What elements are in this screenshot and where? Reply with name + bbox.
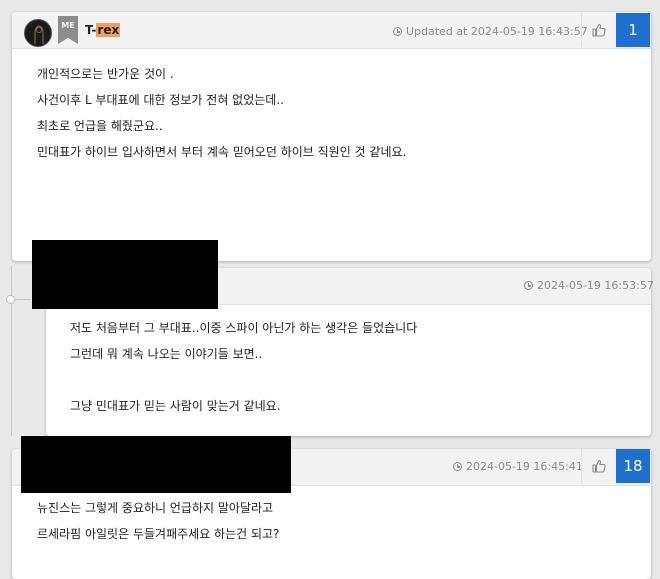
redaction-box (32, 240, 218, 309)
comment-line: 사건이후 L 부대표에 대한 정보가 전혀 없었는데.. (37, 93, 284, 107)
comment-body: 개인적으로는 반가운 것이 . 사건이후 L 부대표에 대한 정보가 전혀 없었… (37, 61, 406, 165)
comment-body: 뉴진스는 그렇게 중요하니 언급하지 말아달라고 르세라핌 아일릿은 두들겨패주… (37, 495, 279, 547)
comment-card-1: 개인적으로는 반가운 것이 . 사건이후 L 부대표에 대한 정보가 전혀 없었… (12, 12, 651, 261)
username-highlight: rex (96, 23, 121, 37)
reply-timestamp: 2024-05-19 16:53:57 (524, 279, 654, 292)
comment-line: 최초로 언급을 해줬군요.. (37, 119, 163, 133)
username[interactable]: T-rex (85, 23, 121, 37)
reply-line (70, 367, 417, 393)
reply-line: 그냥 민대표가 믿는 사람이 맞는거 같네요. (70, 399, 281, 413)
username-prefix: T- (85, 23, 97, 37)
clock-icon (524, 281, 533, 290)
like-count: 18 (616, 449, 650, 483)
reply-line: 저도 처음부터 그 부대표..이중 스파이 아닌가 하는 생각은 들었습니다 (70, 321, 418, 335)
like-count: 1 (616, 13, 650, 47)
thread-node (6, 295, 15, 304)
timestamp-text: Updated at 2024-05-19 16:43:57 (406, 25, 588, 38)
timestamp: 2024-05-19 16:45:41 (453, 460, 583, 473)
avatar[interactable] (24, 19, 52, 47)
comment-line: 개인적으로는 반가운 것이 . (37, 67, 174, 81)
reply-line: 그런데 뭐 계속 나오는 이야기들 보면.. (70, 347, 263, 361)
timestamp: Updated at 2024-05-19 16:43:57 (393, 25, 588, 38)
reply-body: 저도 처음부터 그 부대표..이중 스파이 아닌가 하는 생각은 들었습니다 그… (70, 315, 417, 419)
comment-line: 뉴진스는 그렇게 중요하니 언급하지 말아달라고 (37, 501, 274, 515)
thread-line (11, 266, 12, 436)
redaction-box (21, 436, 291, 493)
like-button[interactable] (581, 449, 616, 483)
thumbs-up-icon (592, 23, 606, 37)
clock-icon (393, 27, 402, 36)
thumbs-up-icon (592, 459, 606, 473)
comment-line: 민대표가 하이브 입사하면서 부터 계속 믿어오던 하이브 직원인 것 같네요. (37, 145, 407, 159)
thread-connector (15, 299, 31, 300)
timestamp-text: 2024-05-19 16:45:41 (466, 460, 583, 473)
comment-line: 르세라핌 아일릿은 두들겨패주세요 하는건 되고? (37, 527, 280, 541)
like-button[interactable] (581, 13, 616, 47)
timestamp-text: 2024-05-19 16:53:57 (537, 279, 654, 292)
clock-icon (453, 462, 462, 471)
